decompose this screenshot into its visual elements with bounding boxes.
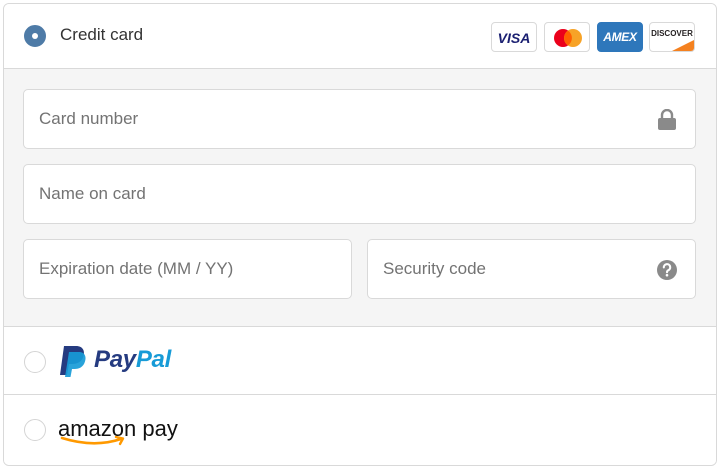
amex-icon: AMEX <box>597 22 643 52</box>
security-code-field[interactable] <box>367 239 696 299</box>
expiration-date-input[interactable] <box>39 240 339 298</box>
visa-icon: VISA <box>491 22 537 52</box>
credit-card-label: Credit card <box>60 25 144 44</box>
lock-icon <box>658 109 676 130</box>
name-on-card-field[interactable] <box>23 164 696 224</box>
help-icon[interactable] <box>656 259 678 281</box>
card-number-field[interactable] <box>23 89 696 149</box>
paypal-option[interactable]: PayPal <box>4 327 716 395</box>
security-code-input[interactable] <box>383 240 653 298</box>
amazon-pay-radio[interactable] <box>24 419 46 441</box>
mastercard-icon <box>544 22 590 52</box>
payment-method-selector: Credit card VISA AMEX DISCOVER Card numb… <box>3 3 717 466</box>
paypal-logo-icon <box>60 346 86 377</box>
amazon-smile-icon <box>60 435 125 446</box>
amazon-pay-option[interactable]: amazon pay <box>4 395 716 465</box>
paypal-radio[interactable] <box>24 351 46 373</box>
expiration-date-field[interactable] <box>23 239 352 299</box>
paypal-logo-text: PayPal <box>94 346 171 373</box>
credit-card-option[interactable]: Credit card VISA AMEX DISCOVER <box>4 4 716 69</box>
name-on-card-input[interactable] <box>39 165 679 223</box>
card-number-input[interactable] <box>39 90 659 148</box>
credit-card-radio[interactable] <box>24 25 46 47</box>
discover-icon: DISCOVER <box>649 22 695 52</box>
credit-card-form <box>4 69 716 327</box>
